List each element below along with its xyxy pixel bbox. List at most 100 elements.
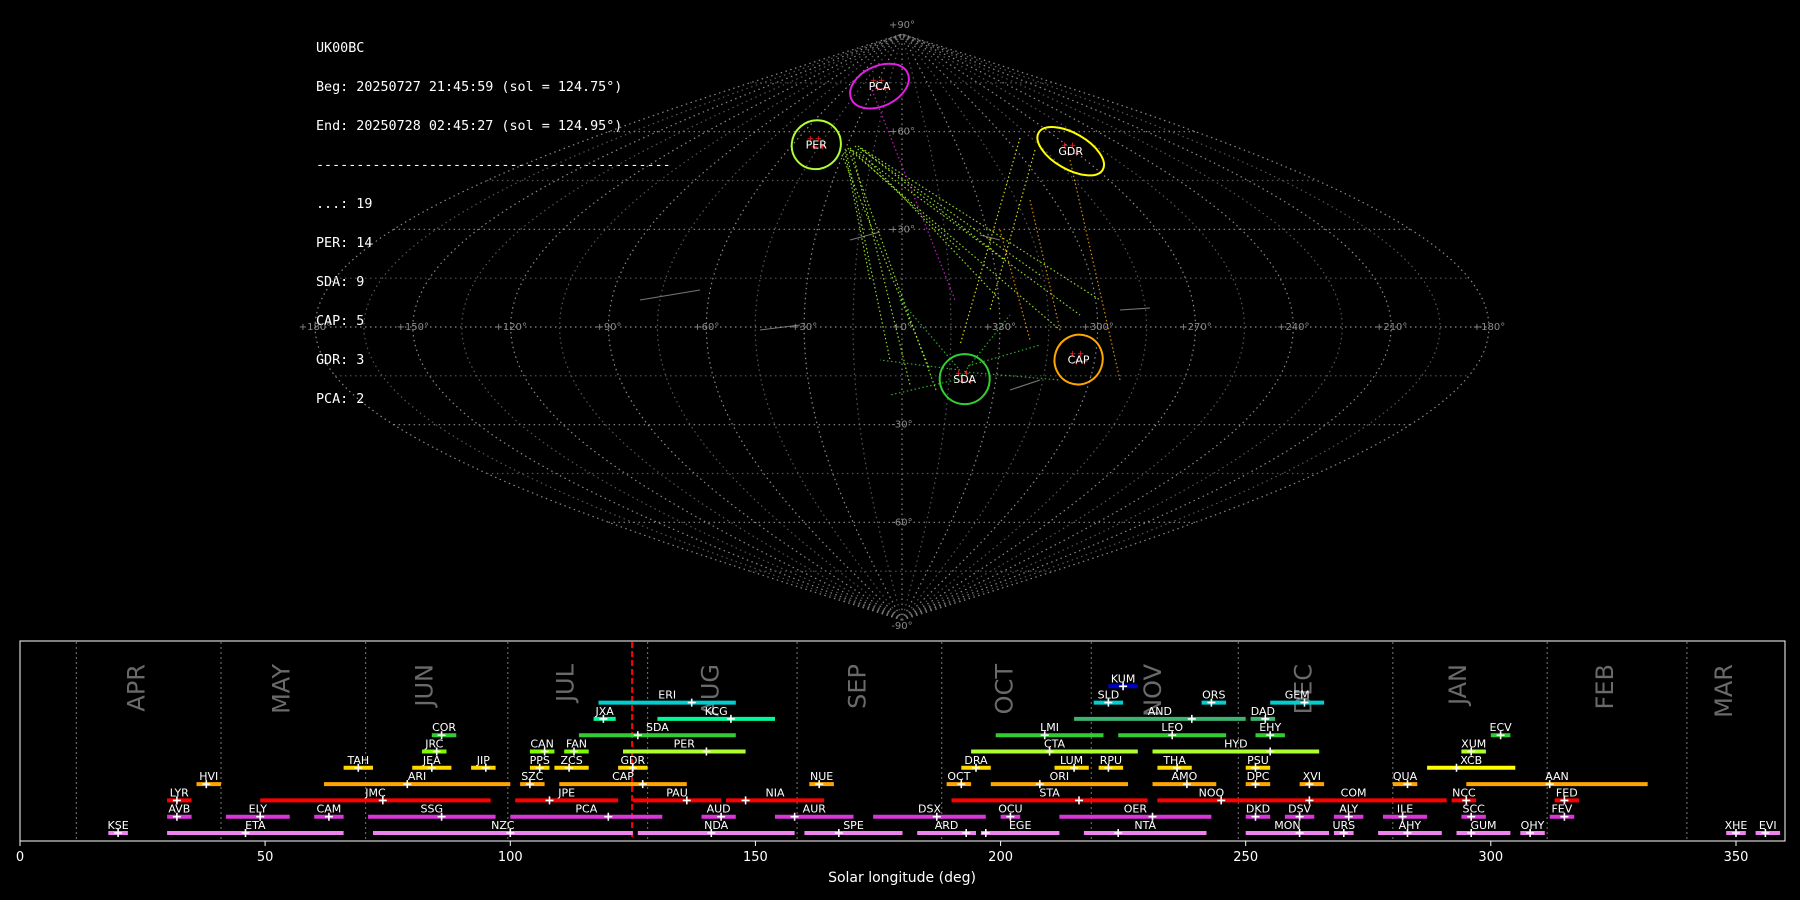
shower-gum: GUM [1456,819,1511,837]
shower-label: COM [1341,786,1367,799]
shower-jip: JIP [471,754,496,772]
shower-zcs: ZCS [554,754,589,772]
shower-peak-marker [1187,714,1196,723]
shower-jxa: JXA [593,705,616,723]
shower-label: LMI [1040,721,1059,734]
shower-peak-marker [545,796,554,805]
shower-jpe: JPE [515,786,619,805]
shower-label: JXA [595,705,615,718]
shower-oct: OCT [946,770,972,789]
shower-label: SSG [421,803,444,816]
shower-lum: LUM [1054,754,1089,772]
x-tick-label: 200 [988,850,1013,865]
shower-lyr: LYR [167,786,192,805]
shower-pps: PPS [530,754,550,772]
shower-tah: TAH [343,754,373,772]
shower-ely: ELY [225,803,290,821]
shower-label: AUR [803,803,827,816]
shower-tha: THA [1157,754,1192,772]
shower-can: CAN [529,738,555,756]
shower-peak-marker [962,829,971,837]
shower-dsv: DSV [1284,803,1315,821]
shower-label: STA [1039,786,1060,799]
shower-kum: KUM [1108,672,1138,691]
shower-label: SZC [521,770,544,783]
shower-label: ALY [1339,803,1358,816]
shower-peak-marker [1075,796,1083,805]
shower-label: JEA [422,754,441,767]
shower-qua: QUA [1392,770,1418,789]
shower-label: ZCS [560,754,582,767]
shower-label: EGE [1009,819,1031,832]
shower-label: PSU [1247,754,1269,767]
shower-per: PER [623,738,746,756]
shower-scc: SCC [1461,803,1486,821]
shower-label: DSX [918,803,941,816]
shower-szc: SZC [520,770,545,789]
shower-ncc: NCC [1451,786,1477,805]
shower-peak-marker [1114,829,1123,837]
shower-label: ETA [245,819,266,832]
shower-aan: AAN [1466,770,1648,789]
shower-label: URS [1332,819,1355,832]
shower-aud: AUD [701,803,736,821]
shower-eta: ETA [167,819,344,837]
shower-ohy: OHY [1520,819,1545,837]
shower-peak-marker [604,812,613,821]
shower-label: CTA [1044,738,1066,751]
shower-xcb: XCB [1427,754,1516,772]
shower-nue: NUE [809,770,834,789]
shower-kcg: KCG [657,705,775,723]
x-tick-label: 250 [1233,850,1258,865]
shower-jea: JEA [412,754,452,772]
shower-psu: PSU [1245,754,1271,772]
shower-label: PAU [666,786,688,799]
shower-label: MON [1274,819,1300,832]
shower-label: HVI [199,770,218,783]
shower-timeline: APR MAY JUN JUL AUG SEP OCT NOV DEC JAN FEB MAR KUM… [16,640,1786,886]
x-tick-label: 150 [743,850,768,865]
shower-com: COM [1260,786,1447,805]
shower-label: NUE [810,770,833,783]
shower-label: EVI [1759,819,1777,832]
shower-ard: ARD [917,819,976,837]
shower-aur: AUR [775,803,854,821]
shower-peak-marker [726,714,735,723]
shower-ehy: EHY [1255,721,1285,740]
shower-label: JRC [424,738,443,751]
shower-label: FED [1556,786,1578,799]
shower-label: ARD [935,819,959,832]
shower-xum: XUM [1461,738,1486,756]
shower-noo: NOO [1157,786,1266,805]
shower-label: NDA [704,819,729,832]
shower-label: SCC [1463,803,1486,816]
x-tick-label: 350 [1724,850,1749,865]
shower-label: AVB [168,803,190,816]
x-axis: 0 50 100 150 200 250 300 350 [16,841,1749,865]
shower-kse: KSE [108,819,129,837]
shower-ecv: ECV [1490,721,1512,740]
shower-label: LYR [170,786,189,799]
shower-label: DPC [1247,770,1270,783]
shower-label: OER [1124,803,1148,816]
shower-sta: STA [951,786,1148,805]
shower-label: OCT [947,770,970,783]
shower-label: GEM [1285,689,1310,702]
x-tick-label: 100 [498,850,523,865]
shower-label: SDA [646,721,669,734]
shower-dad: DAD [1250,705,1276,723]
shower-mon: MON [1245,819,1329,837]
shower-leo: LEO [1118,721,1227,740]
shower-label: XVI [1303,770,1321,783]
shower-label: NZC [491,819,515,832]
month-label: JUN [411,664,439,709]
shower-label: XUM [1461,738,1486,751]
shower-cam: CAM [314,803,344,821]
shower-fan: FAN [564,738,589,756]
shower-hvi: HVI [196,770,221,789]
shower-label: LEO [1161,721,1183,734]
shower-peak-marker [687,698,696,707]
shower-ors: ORS [1201,689,1227,707]
month-label: MAR [1710,664,1738,718]
shower-ege: EGE [980,819,1060,837]
